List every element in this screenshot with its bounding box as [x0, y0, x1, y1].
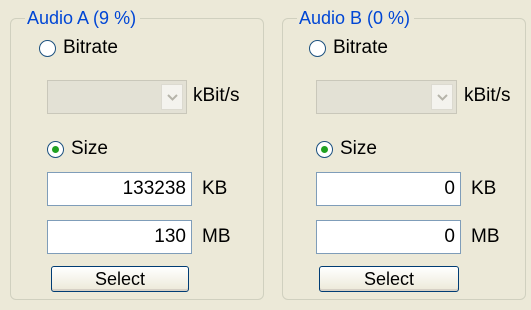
audio-b-title: Audio B (0 %) — [297, 7, 415, 29]
audio-b-size-kb-field[interactable]: 0 — [316, 172, 461, 206]
chevron-down-icon — [431, 84, 453, 110]
audio-a-bitrate-combo — [47, 80, 187, 114]
audio-a-size-label: Size — [71, 138, 108, 159]
audio-a-mb-unit: MB — [202, 226, 231, 247]
audio-a-size-kb-field[interactable]: 133238 — [47, 172, 192, 206]
audio-a-select-button[interactable]: Select — [51, 266, 189, 292]
audio-a-size-mb-field[interactable]: 130 — [47, 220, 192, 254]
audio-b-group: Audio B (0 %) Bitrate kBit/s Size 0 KB 0… — [282, 7, 526, 300]
audio-b-kb-unit: KB — [471, 178, 497, 199]
radio-unchecked-icon — [309, 39, 326, 57]
audio-b-bitrate-label: Bitrate — [333, 37, 388, 58]
audio-a-group: Audio A (9 %) Bitrate kBit/s Size 133238… — [10, 7, 264, 300]
audio-b-size-label: Size — [340, 138, 377, 159]
chevron-down-icon — [161, 84, 183, 110]
radio-checked-icon — [47, 140, 64, 158]
audio-a-size-radio[interactable]: Size — [47, 138, 108, 160]
audio-b-size-radio[interactable]: Size — [316, 138, 377, 160]
audio-b-bitrate-combo — [316, 80, 457, 114]
audio-a-bitrate-unit: kBit/s — [193, 85, 240, 106]
audio-b-bitrate-radio[interactable]: Bitrate — [309, 37, 388, 59]
audio-b-mb-unit: MB — [471, 226, 500, 247]
audio-b-select-button[interactable]: Select — [319, 266, 459, 292]
radio-unchecked-icon — [39, 39, 56, 57]
audio-a-title: Audio A (9 %) — [25, 7, 141, 29]
audio-a-kb-unit: KB — [202, 178, 228, 199]
audio-b-bitrate-unit: kBit/s — [464, 85, 511, 106]
audio-a-bitrate-radio[interactable]: Bitrate — [39, 37, 118, 59]
radio-checked-icon — [316, 140, 333, 158]
audio-b-size-mb-field[interactable]: 0 — [316, 220, 461, 254]
audio-a-bitrate-label: Bitrate — [63, 37, 118, 58]
